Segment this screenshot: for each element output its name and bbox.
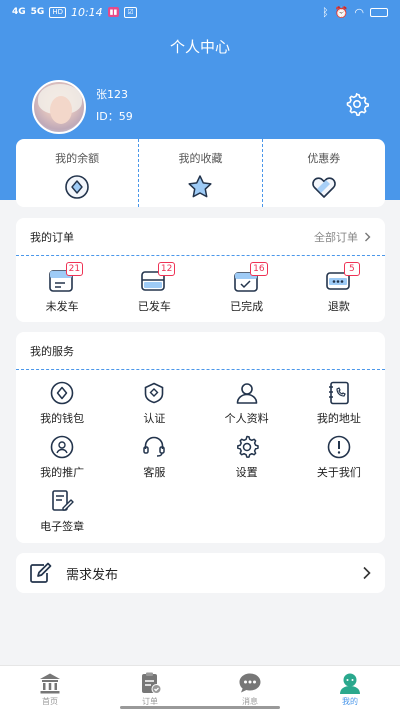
signal-4g: 4G [12,7,26,17]
battery-icon [370,7,388,17]
tab-label: 我的 [342,697,358,706]
all-orders-label: 全部订单 [314,230,358,244]
certification-icon [145,382,164,404]
stat-favorites[interactable]: 我的收藏 [138,139,261,207]
signal-5g: 5G [30,7,45,17]
chevron-right-icon [363,566,371,580]
orders-title: 我的订单 [30,230,74,244]
publish-demand-button[interactable]: 需求发布 [16,553,385,593]
user-id: ID：59 [96,110,133,123]
stat-label: 我的余额 [55,152,100,165]
coupon-heart-icon [312,177,336,198]
orders-card: 我的订单 全部订单 21 未发车 12 已发车 16 已完成 5 退款 [16,218,385,322]
order-shipped[interactable]: 12 已发车 [108,262,200,314]
info-icon [327,435,351,459]
service-wallet[interactable]: 我的钱包 [16,380,108,426]
edit-icon [30,562,52,583]
username: 张123 [96,88,128,101]
profile-icon [340,673,360,694]
service-label: 认证 [143,412,166,425]
order-refund[interactable]: 5 退款 [293,262,385,314]
message-icon [239,673,261,693]
order-label: 已发车 [137,300,171,313]
tab-orders[interactable]: 订单 [100,666,200,711]
wallet-icon [50,381,74,405]
person-icon [236,383,257,404]
headset-icon [143,436,166,457]
service-label: 电子签章 [40,520,85,533]
chevron-right-icon [365,232,371,241]
tab-messages[interactable]: 消息 [200,666,300,711]
service-label: 关于我们 [316,466,361,479]
status-time: 10:14 [70,5,103,19]
address-book-icon [328,381,349,405]
tab-profile[interactable]: 我的 [300,666,400,711]
order-label: 未发车 [45,300,79,313]
home-icon [40,673,60,694]
wifi-icon: ◠ [354,5,364,19]
alarm-icon: ⏰ [334,5,349,19]
stat-balance[interactable]: 我的余额 [16,139,138,207]
service-label: 设置 [235,466,258,479]
bluetooth-icon: ᛒ [322,5,329,19]
services-header: 我的服务 [16,332,385,370]
stat-coupons[interactable]: 优惠券 [261,139,385,207]
service-about[interactable]: 关于我们 [293,434,385,480]
order-count-badge: 16 [250,262,268,276]
promotion-icon [50,435,74,459]
star-icon [188,175,213,198]
avatar[interactable] [32,80,86,134]
page-title: 个人中心 [169,38,230,56]
notification-icon: ☑ [124,6,137,18]
tab-label: 首页 [42,697,58,706]
order-completed[interactable]: 16 已完成 [201,262,293,314]
service-address[interactable]: 我的地址 [293,380,385,426]
services-card: 我的服务 我的钱包 认证 个人资料 我的地址 我的推广 客服 设置 关于我们 电… [16,332,385,543]
service-label: 我的推广 [40,466,85,479]
order-label: 退款 [327,300,350,313]
order-count-badge: 12 [157,262,176,276]
service-e-signature[interactable]: 电子签章 [16,488,108,534]
service-profile[interactable]: 个人资料 [201,380,293,426]
home-indicator [120,706,280,709]
service-support[interactable]: 客服 [108,434,200,480]
order-label: 已完成 [230,300,264,313]
order-count-badge: 21 [65,262,84,276]
settings-icon[interactable] [345,92,369,116]
hd-badge: HD [49,6,66,18]
all-orders-link[interactable]: 全部订单 [314,229,371,245]
gear-icon [236,435,259,458]
service-promotion[interactable]: 我的推广 [16,434,108,480]
signature-icon [52,490,74,511]
service-label: 个人资料 [224,412,269,425]
orders-header: 我的订单 全部订单 [16,218,385,256]
service-settings[interactable]: 设置 [201,434,293,480]
stat-label: 我的收藏 [178,152,223,165]
tab-home[interactable]: 首页 [0,666,100,711]
order-unshipped[interactable]: 21 未发车 [16,262,108,314]
services-title: 我的服务 [30,344,74,358]
publish-label: 需求发布 [66,567,119,583]
stat-label: 优惠券 [307,152,341,165]
app-notification-icon: ▮▮ [107,7,120,17]
order-icon [142,672,162,694]
service-label: 客服 [143,466,166,479]
order-count-badge: 5 [343,262,360,276]
service-certification[interactable]: 认证 [108,380,200,426]
tab-bar: 首页 订单 消息 我的 [0,665,400,711]
status-bar: 4G 5G HD 10:14 ▮▮ ☑ ᛒ ⏰ ◠ [0,0,400,24]
service-label: 我的钱包 [40,412,85,425]
wallet-diamond-icon [65,175,89,199]
stats-card: 我的余额 我的收藏 优惠券 [16,139,385,207]
service-label: 我的地址 [316,412,361,425]
